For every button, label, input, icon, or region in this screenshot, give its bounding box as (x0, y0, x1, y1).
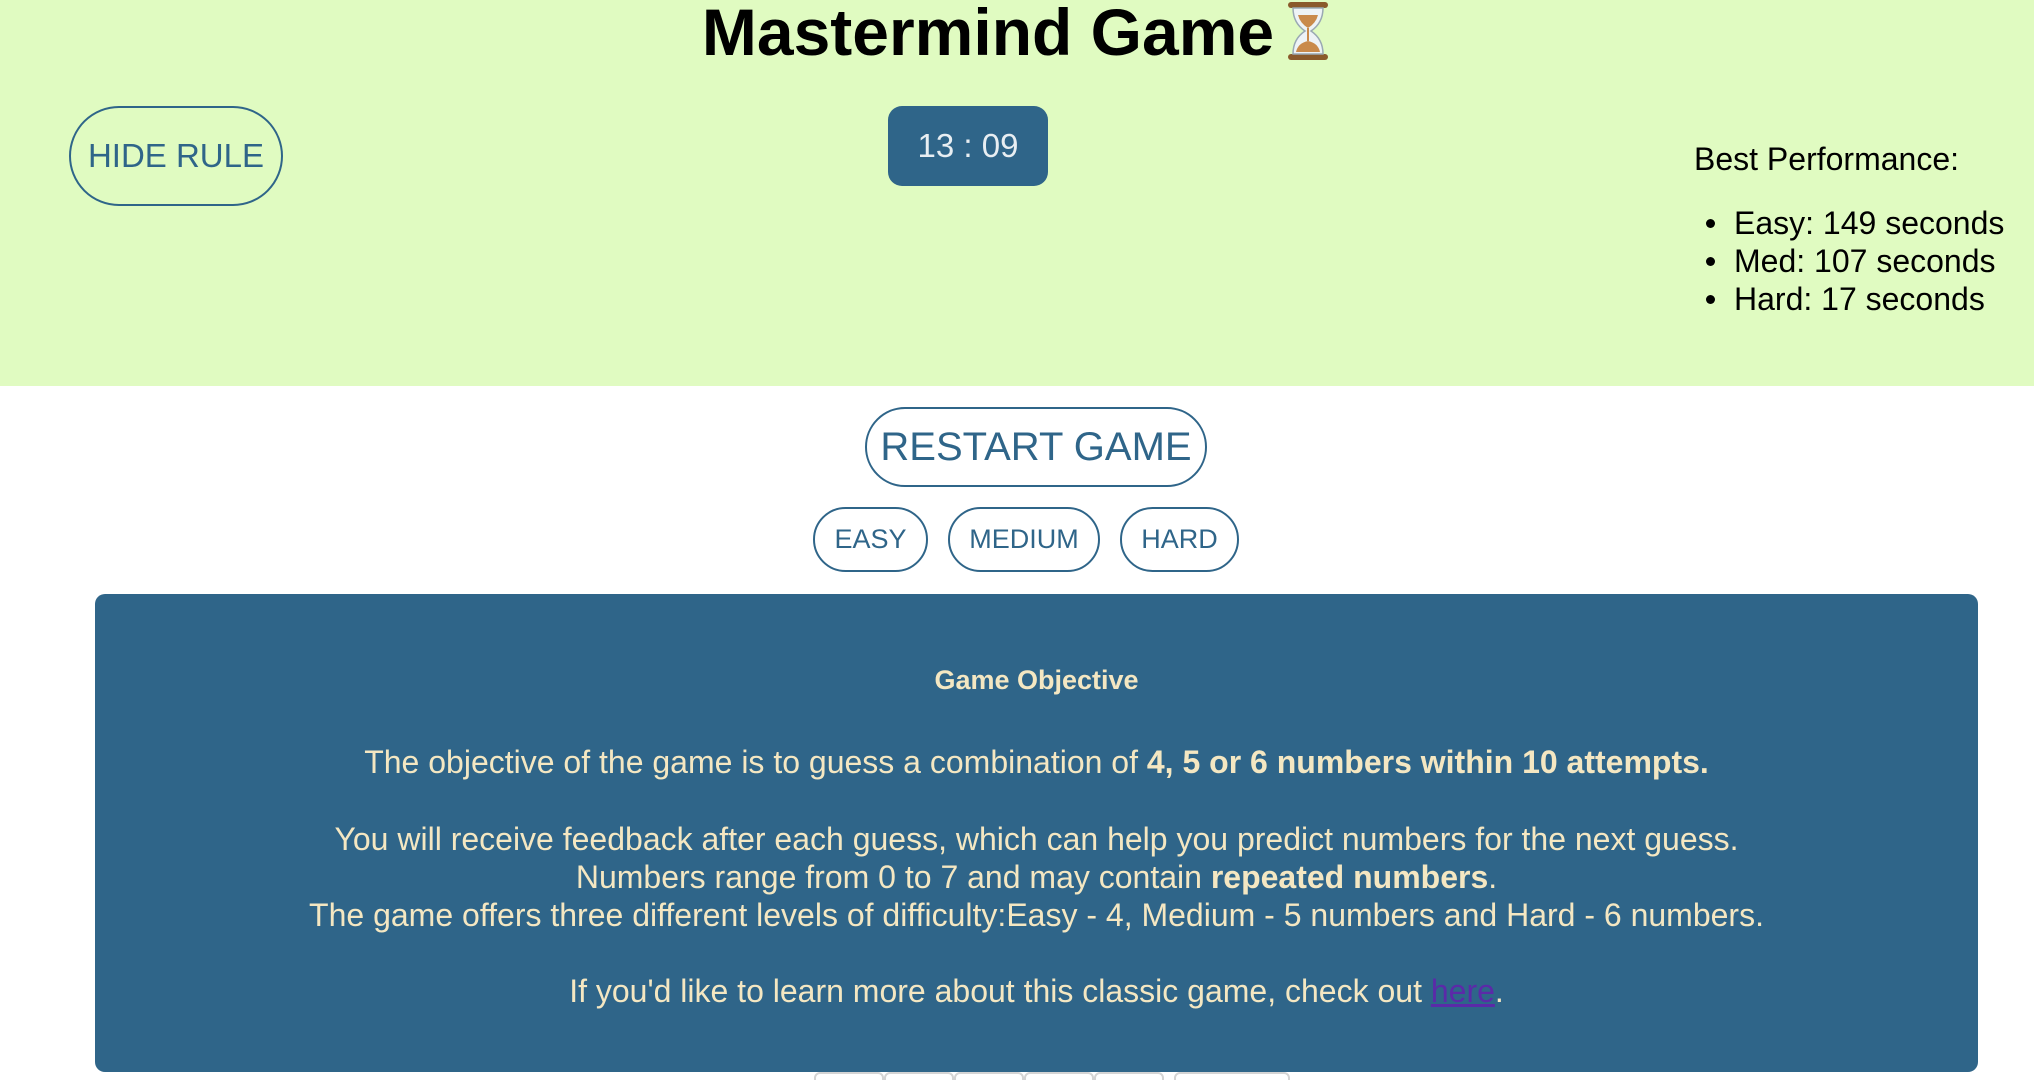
best-performance-medium: Med: 107 seconds (1694, 242, 2004, 280)
rules-range-text: Numbers range from 0 to 7 and may contai… (575, 859, 1211, 895)
guess-slot[interactable] (954, 1072, 1024, 1080)
rules-learn-text: If you'd like to learn more about this c… (569, 973, 1431, 1009)
rules-panel: Game Objective The objective of the game… (95, 594, 1978, 1072)
rules-range-end: . (1488, 859, 1498, 895)
best-performance-panel: Best Performance: Easy: 149 seconds Med:… (1694, 140, 2004, 318)
submit-guess-button[interactable] (1174, 1072, 1290, 1080)
guess-slot[interactable] (814, 1072, 884, 1080)
rules-feedback: You will receive feedback after each gue… (334, 821, 1739, 857)
rules-number-range: Numbers range from 0 to 7 and may contai… (95, 858, 1978, 896)
learn-more-link[interactable]: here (1431, 973, 1495, 1009)
page-title-text: Mastermind Game (701, 0, 1275, 69)
rules-objective: The objective of the game is to guess a … (95, 743, 1978, 781)
level-easy-button[interactable]: EASY (813, 507, 928, 572)
rules-difficulty: The game offers three different levels o… (309, 897, 1764, 933)
hourglass-icon (1288, 2, 1329, 60)
rules-objective-bold: 4, 5 or 6 numbers within 10 attempts. (1146, 744, 1709, 780)
guess-slot[interactable] (1024, 1072, 1094, 1080)
hide-rule-button[interactable]: HIDE RULE (69, 106, 283, 206)
header-banner: Mastermind Game HIDE RULE 13 : 09 Best P… (0, 0, 2034, 386)
level-medium-button[interactable]: MEDIUM (948, 507, 1100, 572)
best-performance-easy: Easy: 149 seconds (1694, 204, 2004, 242)
guess-slot[interactable] (884, 1072, 954, 1080)
rules-range-bold: repeated numbers (1210, 859, 1489, 895)
rules-objective-text: The objective of the game is to guess a … (364, 744, 1147, 780)
level-hard-button[interactable]: HARD (1120, 507, 1239, 572)
rules-heading: Game Objective (934, 665, 1139, 695)
page-title: Mastermind Game (0, 0, 2034, 70)
game-timer: 13 : 09 (888, 106, 1048, 186)
restart-game-button[interactable]: RESTART GAME (865, 407, 1207, 487)
best-performance-list: Easy: 149 seconds Med: 107 seconds Hard:… (1694, 204, 2004, 318)
best-performance-title: Best Performance: (1694, 141, 1959, 177)
rules-learn-more: If you'd like to learn more about this c… (95, 972, 1978, 1010)
rules-learn-end: . (1494, 973, 1504, 1009)
guess-slot[interactable] (1094, 1072, 1164, 1080)
best-performance-hard: Hard: 17 seconds (1694, 280, 2004, 318)
